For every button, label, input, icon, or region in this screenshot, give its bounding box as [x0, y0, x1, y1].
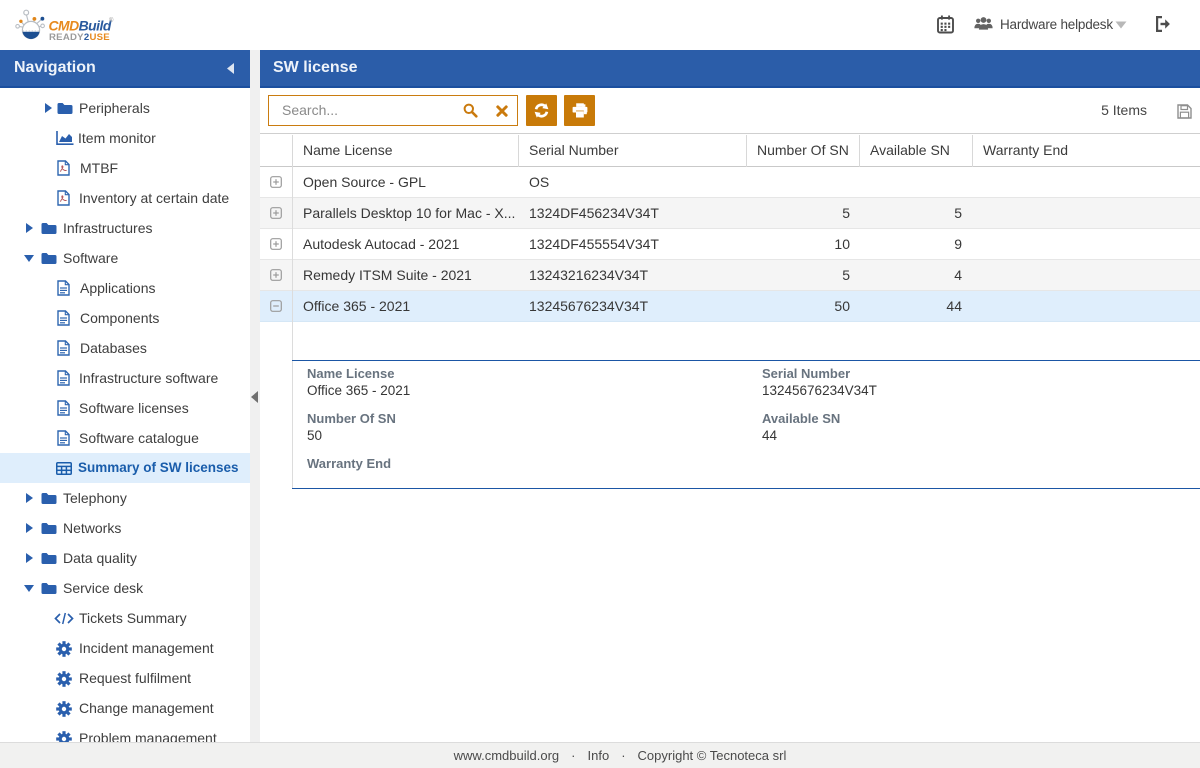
- svg-text:®: ®: [109, 17, 114, 24]
- svg-text:READY2USE: READY2USE: [49, 32, 110, 43]
